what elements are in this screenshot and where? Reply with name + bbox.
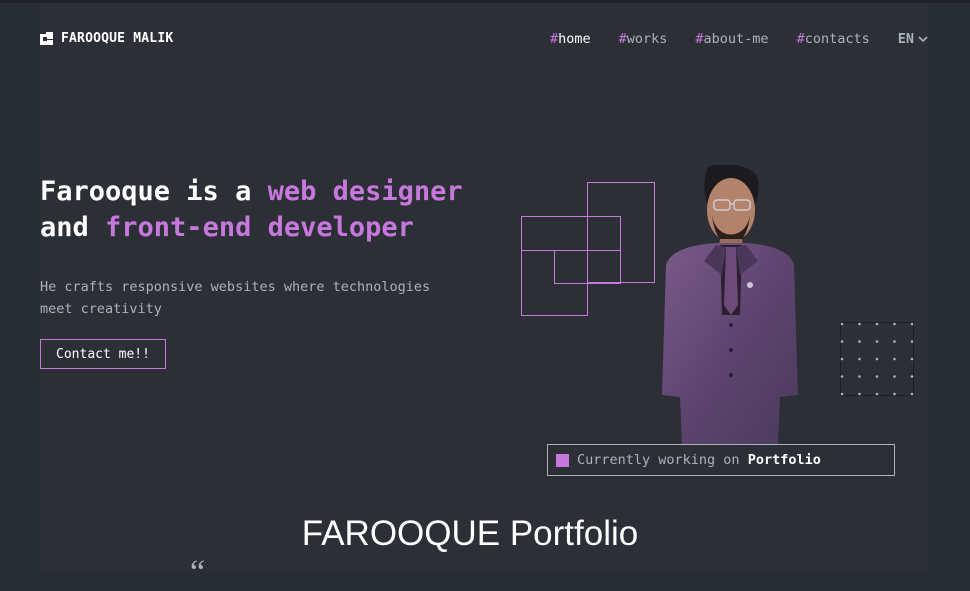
hero-title-text: and xyxy=(40,212,106,243)
nav-item-home[interactable]: #home xyxy=(550,31,591,47)
brand[interactable]: FAROOQUE MALIK xyxy=(40,31,173,46)
nav-label-home: home xyxy=(558,31,591,47)
contact-me-button[interactable]: Contact me!! xyxy=(40,339,166,369)
nav-item-works[interactable]: #works xyxy=(619,31,668,47)
nav-hash: # xyxy=(549,31,559,47)
decorative-dots xyxy=(840,322,914,396)
status-text: Currently working on Portfolio xyxy=(577,452,821,468)
nav-item-contacts[interactable]: #contacts xyxy=(797,31,870,47)
nav-hash: # xyxy=(618,31,627,47)
status-project: Portfolio xyxy=(747,452,821,468)
profile-photo xyxy=(662,165,798,444)
hero-title-accent: front-end developer xyxy=(105,212,414,243)
main-nav: #home #works #about-me #contacts EN xyxy=(550,31,928,47)
nav-label-contacts: contacts xyxy=(804,31,870,47)
status-prefix: Currently working on xyxy=(577,452,748,468)
nav-label-works: works xyxy=(626,31,668,47)
brand-logo-icon xyxy=(40,31,54,46)
nav-hash: # xyxy=(695,31,704,47)
current-work-status: Currently working on Portfolio xyxy=(547,444,895,476)
hero-title-text: Farooque is a xyxy=(40,176,268,207)
hero-title-accent: web designer xyxy=(267,176,463,207)
language-label: EN xyxy=(897,31,914,47)
nav-hash: # xyxy=(796,31,805,47)
quote-icon: “ xyxy=(190,554,206,591)
chevron-down-icon xyxy=(918,36,928,43)
nav-item-about-me[interactable]: #about-me xyxy=(695,31,768,47)
hero-title: Farooque is a web designer and front-end… xyxy=(40,174,463,246)
decorative-squares xyxy=(521,182,655,316)
hero-description: He crafts responsive websites where tech… xyxy=(40,279,431,317)
brand-name: FAROOQUE MALIK xyxy=(61,31,174,46)
section-title: FAROOQUE Portfolio xyxy=(301,514,639,553)
status-square-icon xyxy=(556,453,569,467)
language-selector[interactable]: EN xyxy=(898,31,928,47)
nav-label-about-me: about-me xyxy=(703,31,769,47)
